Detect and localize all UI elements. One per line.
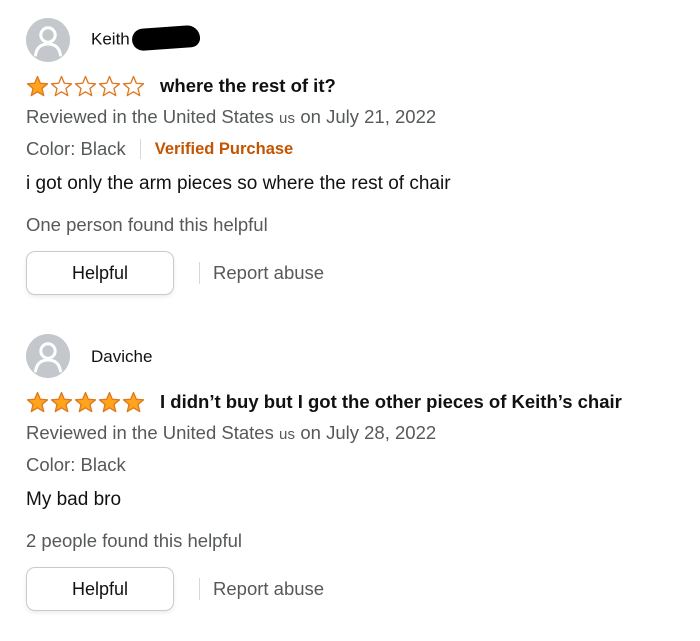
review-body: My bad bro bbox=[26, 489, 122, 510]
star-filled-icon bbox=[122, 391, 145, 412]
star-filled-icon bbox=[26, 75, 49, 96]
review-title[interactable]: where the rest of it? bbox=[160, 75, 336, 97]
review-title-row: where the rest of it? bbox=[26, 73, 696, 99]
helpful-count: 2 people found this helpful bbox=[26, 530, 243, 551]
country-code: us bbox=[278, 110, 296, 127]
star-empty-icon bbox=[74, 75, 97, 96]
review-title[interactable]: I didn’t buy but I got the other pieces … bbox=[160, 391, 622, 413]
star-filled-icon bbox=[74, 391, 97, 412]
product-color-label[interactable]: Color: Black bbox=[26, 136, 126, 162]
divider bbox=[199, 262, 200, 284]
country-code: us bbox=[278, 426, 296, 443]
star-empty-icon bbox=[50, 75, 73, 96]
divider bbox=[139, 139, 141, 159]
default-user-avatar-icon bbox=[26, 334, 70, 378]
divider bbox=[199, 578, 200, 600]
review-variant-row: Color: Black bbox=[26, 452, 696, 478]
reviewer-name[interactable]: Keith bbox=[91, 24, 201, 52]
reviewer-profile[interactable]: Keith bbox=[26, 18, 696, 62]
review-date-location: Reviewed in the United States us on July… bbox=[26, 422, 437, 443]
review-variant-row: Color: Black Verified Purchase bbox=[26, 136, 696, 162]
review-card: Keith where the rest of it? Reviewed in … bbox=[26, 18, 696, 295]
star-filled-icon bbox=[50, 391, 73, 412]
review-body: i got only the arm pieces so where the r… bbox=[26, 173, 451, 194]
review-title-row: I didn’t buy but I got the other pieces … bbox=[26, 389, 696, 415]
star-empty-icon bbox=[98, 75, 121, 96]
star-rating[interactable] bbox=[26, 75, 146, 98]
star-filled-icon bbox=[98, 391, 121, 412]
name-redaction-mark bbox=[131, 24, 201, 52]
review-date-location: Reviewed in the United States us on July… bbox=[26, 106, 437, 127]
reviewer-profile[interactable]: Daviche bbox=[26, 334, 696, 378]
reviewer-name[interactable]: Daviche bbox=[91, 348, 152, 365]
star-filled-icon bbox=[26, 391, 49, 412]
product-color-label[interactable]: Color: Black bbox=[26, 452, 126, 478]
report-abuse-link[interactable]: Report abuse bbox=[213, 262, 324, 284]
verified-purchase-badge: Verified Purchase bbox=[154, 140, 294, 158]
review-card: Daviche I didn’t buy but I got the other… bbox=[26, 334, 696, 611]
report-abuse-link[interactable]: Report abuse bbox=[213, 578, 324, 600]
default-user-avatar-icon bbox=[26, 18, 70, 62]
helpful-count: One person found this helpful bbox=[26, 214, 268, 235]
review-actions: Helpful Report abuse bbox=[26, 251, 696, 295]
helpful-button[interactable]: Helpful bbox=[26, 251, 174, 295]
helpful-button[interactable]: Helpful bbox=[26, 567, 174, 611]
review-actions: Helpful Report abuse bbox=[26, 567, 696, 611]
star-rating[interactable] bbox=[26, 391, 146, 414]
star-empty-icon bbox=[122, 75, 145, 96]
